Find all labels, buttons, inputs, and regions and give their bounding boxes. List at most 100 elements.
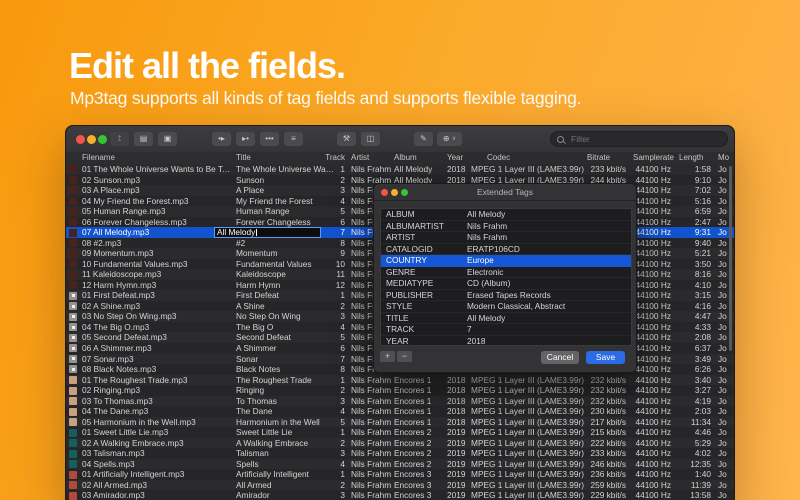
column-header-length[interactable]: Length (679, 152, 713, 164)
table-row[interactable]: 02 All Armed.mp3All Armed2Nils FrahmEnco… (66, 480, 734, 491)
tag-field-value: 7 (467, 324, 472, 334)
vertical-scrollbar[interactable] (729, 166, 732, 351)
tag-field-name: YEAR (386, 336, 409, 346)
column-header-track[interactable]: Track (312, 152, 345, 164)
cell-file: 09 Momentum.mp3 (82, 248, 234, 259)
cell-length: 4:10 (666, 280, 711, 291)
add-field-button[interactable]: + (380, 351, 395, 362)
title-edit-input[interactable]: All Melody (214, 227, 321, 238)
cell-track: 6 (312, 343, 345, 354)
tag-field-row[interactable]: ARTISTNils Frahm (381, 232, 631, 244)
tag-field-row[interactable]: PUBLISHERErased Tapes Records (381, 290, 631, 302)
cell-length: 3:50 (666, 259, 711, 270)
tag-field-row[interactable]: ALBUMAll Melody (381, 209, 631, 221)
column-header-artist[interactable]: Artist (351, 152, 395, 164)
dialog-close-button[interactable] (381, 189, 388, 196)
tag-field-row[interactable]: GENREElectronic (381, 267, 631, 279)
table-row[interactable]: 03 Talisman.mp3Talisman3Nils FrahmEncore… (66, 448, 734, 459)
cell-artist: Nils Frahm (351, 480, 395, 491)
tag-field-row[interactable]: COUNTRYEurope (381, 255, 631, 267)
table-row[interactable]: 01 Artificially Intelligent.mp3Artificia… (66, 469, 734, 480)
cell-artist: Nils Frahm (351, 490, 395, 500)
table-row[interactable]: 03 To Thomas.mp3To Thomas3Nils FrahmEnco… (66, 396, 734, 407)
table-row[interactable]: 02 A Walking Embrace.mp3A Walking Embrac… (66, 438, 734, 449)
cell-file: 02 A Shine.mp3 (82, 301, 234, 312)
cell-track: 2 (312, 175, 345, 186)
album-art-icon (69, 197, 77, 205)
tag-field-row[interactable]: YEAR2018 (381, 336, 631, 347)
open-folder-button[interactable]: ▤ (134, 132, 153, 146)
zoom-window-button[interactable] (98, 135, 107, 144)
tag-field-row[interactable]: MEDIATYPECD (Album) (381, 278, 631, 290)
save-button[interactable]: Save (586, 351, 625, 364)
table-row[interactable]: 04 Spells.mp3Spells4Nils FrahmEncores 22… (66, 459, 734, 470)
change-directory-button[interactable]: ▣ (158, 132, 177, 146)
table-row[interactable]: 04 The Dane.mp3The Dane4Nils FrahmEncore… (66, 406, 734, 417)
save-tag-button[interactable]: ↥ (110, 132, 129, 146)
tag-field-row[interactable]: TITLEAll Melody (381, 313, 631, 325)
cell-file: 07 All Melody.mp3 (82, 227, 234, 238)
cell-file: 08 #2.mp3 (82, 238, 234, 249)
search-icon (557, 136, 564, 143)
column-header-samplerate[interactable]: Samplerate (633, 152, 677, 164)
cell-artist: Nils Frahm (351, 417, 395, 428)
tag-field-name: STYLE (386, 301, 412, 311)
tag-field-row[interactable]: STYLEModern Classical, Abstract (381, 301, 631, 313)
cell-mode: Jo (718, 417, 734, 428)
cell-track: 1 (312, 375, 345, 386)
tag-field-row[interactable]: CATALOGIDERATP106CD (381, 244, 631, 256)
actions-button[interactable]: ⚒ (337, 132, 356, 146)
album-art-icon (69, 313, 77, 321)
tag-field-value: ERATP106CD (467, 244, 520, 254)
cell-artist: Nils Frahm (351, 448, 395, 459)
tag-field-value: CD (Album) (467, 278, 510, 288)
tag-field-name: TITLE (386, 313, 409, 323)
cell-file: 03 No Step On Wing.mp3 (82, 311, 234, 322)
table-row[interactable]: 01 The Whole Universe Wants to Be Touche… (66, 164, 734, 175)
table-row[interactable]: 03 Amirador.mp3Amirador3Nils FrahmEncore… (66, 490, 734, 500)
cell-track: 2 (312, 480, 345, 491)
table-row[interactable]: 01 The Roughest Trade.mp3The Roughest Tr… (66, 375, 734, 386)
more-actions-button[interactable]: ••• (260, 132, 279, 146)
remove-field-button[interactable]: − (397, 351, 412, 362)
cell-length: 11:39 (666, 480, 711, 491)
filter-input[interactable] (569, 133, 723, 145)
minimize-window-button[interactable] (87, 135, 96, 144)
tag-to-file-button[interactable]: •▸ (212, 132, 231, 146)
compose-button[interactable]: ✎ (414, 132, 433, 146)
dialog-minimize-button[interactable] (391, 189, 398, 196)
tag-field-row[interactable]: TRACK7 (381, 324, 631, 336)
cell-length: 9:10 (666, 175, 711, 186)
close-window-button[interactable] (76, 135, 85, 144)
column-header-year[interactable]: Year (447, 152, 485, 164)
column-header-codec[interactable]: Codec (487, 152, 587, 164)
cell-length: 2:47 (666, 217, 711, 228)
table-row[interactable]: 01 Sweet Little Lie.mp3Sweet Little Lie1… (66, 427, 734, 438)
web-sources-button[interactable]: ⊕ ∨ (437, 132, 462, 146)
column-header-bitrate[interactable]: Bitrate (587, 152, 631, 164)
cancel-button[interactable]: Cancel (541, 351, 579, 364)
column-header-mode[interactable]: Mo (718, 152, 734, 164)
column-header-file[interactable]: Filename (82, 152, 232, 164)
cell-file: 01 Sweet Little Lie.mp3 (82, 427, 234, 438)
dialog-zoom-button[interactable] (401, 189, 408, 196)
table-row[interactable]: 02 Ringing.mp3Ringing2Nils FrahmEncores … (66, 385, 734, 396)
file-to-tag-button[interactable]: ▸• (236, 132, 255, 146)
cell-track: 3 (312, 396, 345, 407)
table-row[interactable]: 05 Harmonium in the Well.mp3Harmonium in… (66, 417, 734, 428)
cell-length: 3:27 (666, 385, 711, 396)
cell-file: 03 Amirador.mp3 (82, 490, 234, 500)
cell-file: 04 The Big O.mp3 (82, 322, 234, 333)
album-art-icon (69, 323, 77, 331)
column-header-album[interactable]: Album (394, 152, 444, 164)
cell-mode: Jo (718, 480, 734, 491)
cell-samplerate: 44100 Hz (615, 385, 671, 396)
cell-album: Encores 3 (394, 490, 446, 500)
cell-file: 03 Talisman.mp3 (82, 448, 234, 459)
web-archive-button[interactable]: ◫ (361, 132, 380, 146)
tag-field-row[interactable]: ALBUMARTISTNils Frahm (381, 221, 631, 233)
cell-track: 2 (312, 385, 345, 396)
cell-file: 02 Ringing.mp3 (82, 385, 234, 396)
cell-artist: Nils Frahm (351, 396, 395, 407)
tracklist-button[interactable]: ≡ (284, 132, 303, 146)
